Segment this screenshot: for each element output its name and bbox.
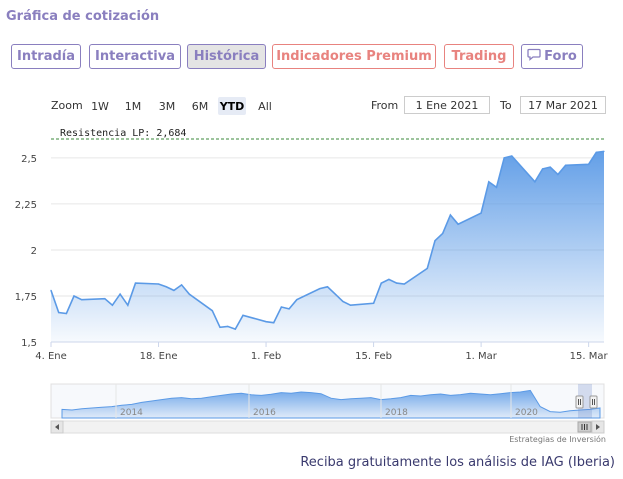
y-tick-label: 2,5 <box>21 154 37 165</box>
series-area <box>51 151 604 342</box>
data-point <box>227 325 229 327</box>
data-point <box>380 282 382 284</box>
resistance-line: Resistencia LP: 2,684 <box>51 128 604 140</box>
data-point <box>127 304 129 306</box>
data-point <box>157 283 160 285</box>
data-point <box>442 232 444 234</box>
data-point <box>134 282 137 284</box>
navigator-year-label: 2018 <box>385 408 408 418</box>
data-point <box>296 299 298 301</box>
data-point <box>288 308 290 310</box>
resistance-label: Resistencia LP: 2,684 <box>60 128 186 139</box>
data-point <box>219 326 221 328</box>
x-tick-label: 1. Feb <box>251 351 281 362</box>
navigator-year-label: 2014 <box>120 408 143 418</box>
data-point <box>495 186 498 188</box>
data-point <box>488 181 490 183</box>
data-point <box>111 304 113 306</box>
x-axis: 4. Ene 18. Ene 1. Feb 15. Feb 1. Mar 15. Mar <box>35 341 609 362</box>
data-point <box>58 311 60 314</box>
data-point <box>119 293 121 295</box>
data-point <box>542 168 544 170</box>
x-tick-label: 18. Ene <box>140 351 178 362</box>
data-point <box>449 214 451 216</box>
data-point <box>50 289 52 291</box>
data-point <box>373 302 375 304</box>
data-point <box>211 310 213 312</box>
data-point <box>265 321 267 323</box>
data-point <box>181 284 183 286</box>
data-point <box>426 267 428 269</box>
data-point <box>349 304 352 306</box>
x-tick-label: 15. Feb <box>355 351 392 362</box>
data-point <box>334 293 336 295</box>
price-area <box>50 150 605 342</box>
scrollbar-track <box>50 420 605 434</box>
data-point <box>503 157 505 159</box>
data-point <box>534 181 536 183</box>
x-tick-label: 4. Ene <box>35 351 67 362</box>
y-tick-label: 2 <box>31 246 37 257</box>
navigator[interactable]: 2014 2016 2018 2020 <box>50 383 605 434</box>
data-point <box>234 328 236 330</box>
data-point <box>342 300 344 303</box>
data-point <box>280 306 282 308</box>
y-tick-label: 1,5 <box>21 338 37 349</box>
navigator-year-label: 2020 <box>515 408 538 418</box>
y-tick-label: 2,25 <box>15 200 37 211</box>
data-point <box>457 223 459 225</box>
data-point <box>104 298 106 300</box>
analysis-link[interactable]: Reciba gratuitamente los análisis de IAG… <box>300 455 615 470</box>
data-point <box>165 286 167 288</box>
chart-credits[interactable]: Estrategias de Inversión <box>509 435 606 444</box>
data-point <box>326 286 329 288</box>
data-point <box>73 295 75 297</box>
data-point <box>588 163 590 165</box>
data-point <box>480 212 482 214</box>
y-axis: 1,5 1,75 2 2,25 2,5 <box>15 154 37 349</box>
data-point <box>388 278 390 280</box>
navigator-handle <box>589 395 598 409</box>
data-point <box>319 288 321 290</box>
data-point <box>273 322 275 324</box>
data-point <box>173 289 175 291</box>
data-point <box>565 164 567 166</box>
y-tick-label: 1,75 <box>15 292 37 303</box>
data-point <box>557 173 559 176</box>
data-point <box>65 312 67 315</box>
price-chart[interactable]: Resistencia LP: 2,684 1,5 1,75 2 2,25 2,5 4.… <box>0 0 623 479</box>
data-point <box>81 299 83 301</box>
navigator-year-label: 2016 <box>253 408 276 418</box>
data-point <box>242 314 244 316</box>
data-point <box>549 166 551 168</box>
data-point <box>403 283 405 285</box>
data-point <box>595 151 597 153</box>
data-point <box>396 282 398 284</box>
data-point <box>188 293 190 295</box>
x-tick-label: 15. Mar <box>570 351 609 362</box>
navigator-handle <box>575 395 584 409</box>
data-point <box>434 240 436 242</box>
data-point <box>511 155 513 157</box>
x-tick-label: 1. Mar <box>465 351 497 362</box>
data-point <box>603 150 605 152</box>
